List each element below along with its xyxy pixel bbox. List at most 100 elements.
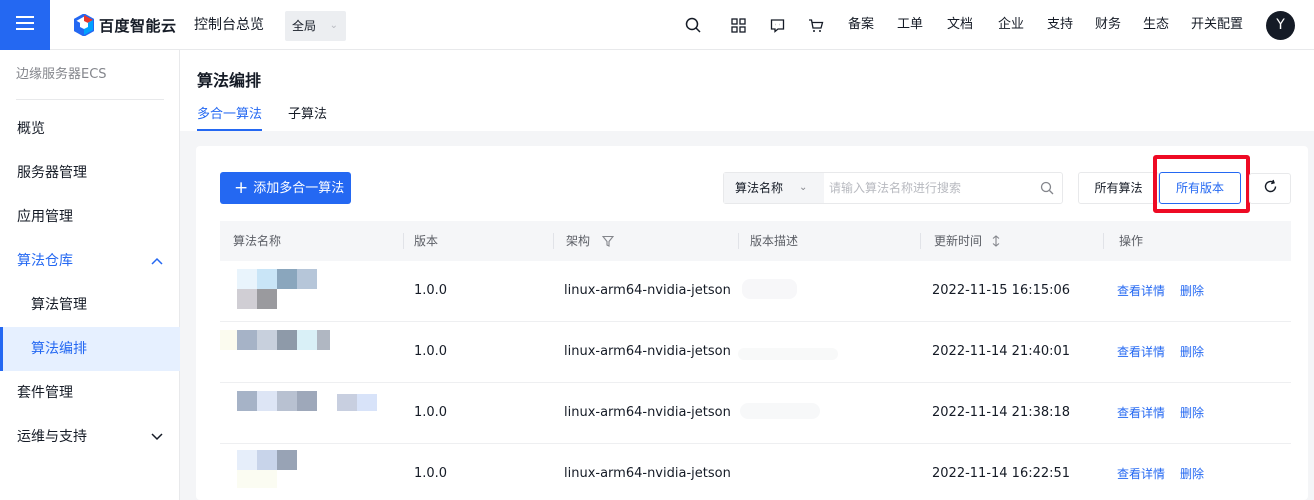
- add-button-label: 添加多合一算法: [253, 181, 345, 196]
- apps-grid-icon[interactable]: [728, 15, 748, 35]
- nav-link-finance[interactable]: 财务: [1095, 0, 1121, 50]
- sidebar-item-label: 算法编排: [31, 341, 87, 357]
- region-selector[interactable]: 全局 ⌄: [285, 11, 346, 41]
- sidebar-item-label: 运维与支持: [17, 429, 87, 445]
- hamburger-menu-icon: [16, 15, 34, 35]
- column-header-arch: 架构: [566, 221, 614, 261]
- sidebar-item-app-management[interactable]: 应用管理: [0, 195, 180, 239]
- redacted-description: [742, 279, 797, 299]
- baidu-cloud-logo-icon: [73, 13, 95, 37]
- view-details-link[interactable]: 查看详情: [1117, 261, 1165, 321]
- column-header-description: 版本描述: [750, 234, 799, 248]
- chevron-up-icon: [151, 239, 163, 283]
- sidebar-item-label: 算法仓库: [17, 253, 73, 269]
- sidebar-item-label: 服务器管理: [17, 165, 87, 181]
- version-cell: 1.0.0: [414, 405, 448, 420]
- architecture-cell: linux-arm64-nvidia-jetson: [564, 405, 731, 420]
- brand-logo[interactable]: 百度智能云: [73, 13, 177, 37]
- updated-time-cell: 2022-11-14 21:38:18: [932, 405, 1071, 420]
- nav-link-docs[interactable]: 文档: [947, 0, 973, 50]
- column-header-updated-label: 更新时间: [934, 234, 983, 248]
- chevron-down-icon: [151, 415, 163, 459]
- table-row: 1.0.0 linux-arm64-nvidia-jetson 2022-11-…: [220, 444, 1291, 500]
- sidebar-item-server-management[interactable]: 服务器管理: [0, 151, 180, 195]
- view-details-link[interactable]: 查看详情: [1117, 383, 1165, 443]
- chevron-down-icon: ⌄: [329, 20, 338, 31]
- top-navigation-bar: 百度智能云 控制台总览 全局 ⌄ 备案 工单 文档 企业 支持 财务 生态 开关…: [0, 0, 1314, 50]
- console-overview-link[interactable]: 控制台总览: [194, 0, 264, 50]
- delete-link[interactable]: 删除: [1180, 261, 1204, 321]
- delete-link[interactable]: 删除: [1180, 322, 1204, 382]
- region-label: 全局: [292, 19, 317, 33]
- updated-time-cell: 2022-11-14 16:22:51: [932, 466, 1071, 481]
- delete-link[interactable]: 删除: [1180, 444, 1204, 500]
- user-avatar[interactable]: Y: [1266, 11, 1295, 40]
- architecture-cell: linux-arm64-nvidia-jetson: [564, 344, 731, 359]
- delete-link[interactable]: 删除: [1180, 383, 1204, 443]
- add-all-in-one-algorithm-button[interactable]: + 添加多合一算法: [220, 172, 351, 204]
- redacted-description: [740, 403, 820, 419]
- table-row: 1.0.0 linux-arm64-nvidia-jetson 2022-11-…: [220, 261, 1291, 322]
- updated-time-cell: 2022-11-15 16:15:06: [932, 283, 1071, 298]
- sidebar-title: 边缘服务器ECS: [16, 50, 164, 100]
- filter-all-algorithms-button[interactable]: 所有算法: [1078, 172, 1159, 204]
- redacted-algorithm-name: [220, 330, 335, 352]
- redacted-algorithm-name: [237, 391, 382, 413]
- cart-icon[interactable]: [806, 15, 826, 35]
- view-details-link[interactable]: 查看详情: [1117, 322, 1165, 382]
- column-header-actions: 操作: [1119, 234, 1144, 248]
- search-icon[interactable]: [1040, 181, 1054, 195]
- nav-link-ticket[interactable]: 工单: [897, 0, 923, 50]
- nav-link-enterprise[interactable]: 企业: [998, 0, 1024, 50]
- search-field-label: 算法名称: [735, 181, 784, 195]
- column-divider: [738, 233, 739, 249]
- redacted-algorithm-name: [237, 450, 317, 490]
- sidebar-item-ops-support[interactable]: 运维与支持: [0, 415, 180, 459]
- column-divider: [920, 233, 921, 249]
- sidebar-item-suite-management[interactable]: 套件管理: [0, 371, 180, 415]
- table-row: 1.0.0 linux-arm64-nvidia-jetson 2022-11-…: [220, 322, 1291, 383]
- view-details-link[interactable]: 查看详情: [1117, 444, 1165, 500]
- nav-link-filing[interactable]: 备案: [848, 0, 874, 50]
- column-divider: [553, 233, 554, 249]
- brand-name: 百度智能云: [99, 16, 177, 35]
- nav-link-switch-config[interactable]: 开关配置: [1191, 0, 1243, 50]
- menu-button[interactable]: [0, 0, 50, 50]
- sidebar-item-overview[interactable]: 概览: [0, 107, 180, 151]
- refresh-button[interactable]: [1249, 173, 1291, 204]
- column-header-version: 版本: [414, 234, 439, 248]
- sidebar-item-algorithm-repo[interactable]: 算法仓库: [0, 239, 180, 283]
- column-divider: [403, 233, 404, 249]
- nav-link-ecosystem[interactable]: 生态: [1143, 0, 1169, 50]
- version-cell: 1.0.0: [414, 344, 448, 359]
- search-input[interactable]: [829, 173, 1029, 203]
- plus-icon: +: [234, 178, 249, 198]
- sidebar: 边缘服务器ECS 概览 服务器管理 应用管理 算法仓库 算法管理 算法编排 套件…: [0, 50, 180, 500]
- sidebar-item-algorithm-orchestration[interactable]: 算法编排: [0, 327, 180, 371]
- search-field-selector[interactable]: 算法名称 ⌄: [724, 173, 824, 203]
- highlight-annotation-box: [1153, 155, 1250, 213]
- message-icon[interactable]: [767, 15, 787, 35]
- sort-icon[interactable]: [992, 223, 1000, 263]
- search-icon[interactable]: [683, 15, 703, 35]
- filter-icon[interactable]: [601, 223, 614, 263]
- tab-sub-algorithm[interactable]: 子算法: [288, 103, 327, 131]
- sidebar-item-label: 应用管理: [17, 209, 73, 225]
- nav-link-support[interactable]: 支持: [1047, 0, 1073, 50]
- search-group: 算法名称 ⌄: [723, 172, 1063, 204]
- redacted-algorithm-name: [237, 269, 337, 313]
- sidebar-item-algorithm-management[interactable]: 算法管理: [0, 283, 180, 327]
- table-header: 算法名称 版本 架构 版本描述 更新时间 操作: [220, 221, 1291, 261]
- version-cell: 1.0.0: [414, 283, 448, 298]
- column-header-name: 算法名称: [233, 234, 282, 248]
- page-header: 算法编排 多合一算法 子算法: [180, 50, 1314, 131]
- updated-time-cell: 2022-11-14 21:40:01: [932, 344, 1071, 359]
- architecture-cell: linux-arm64-nvidia-jetson: [564, 466, 731, 481]
- sidebar-item-label: 套件管理: [17, 385, 73, 401]
- tab-all-in-one-algorithm[interactable]: 多合一算法: [197, 103, 263, 131]
- page-title: 算法编排: [197, 71, 262, 90]
- table-row: 1.0.0 linux-arm64-nvidia-jetson 2022-11-…: [220, 383, 1291, 444]
- chevron-down-icon: ⌄: [799, 182, 808, 193]
- column-header-arch-label: 架构: [566, 234, 591, 248]
- sidebar-item-label: 概览: [17, 121, 45, 137]
